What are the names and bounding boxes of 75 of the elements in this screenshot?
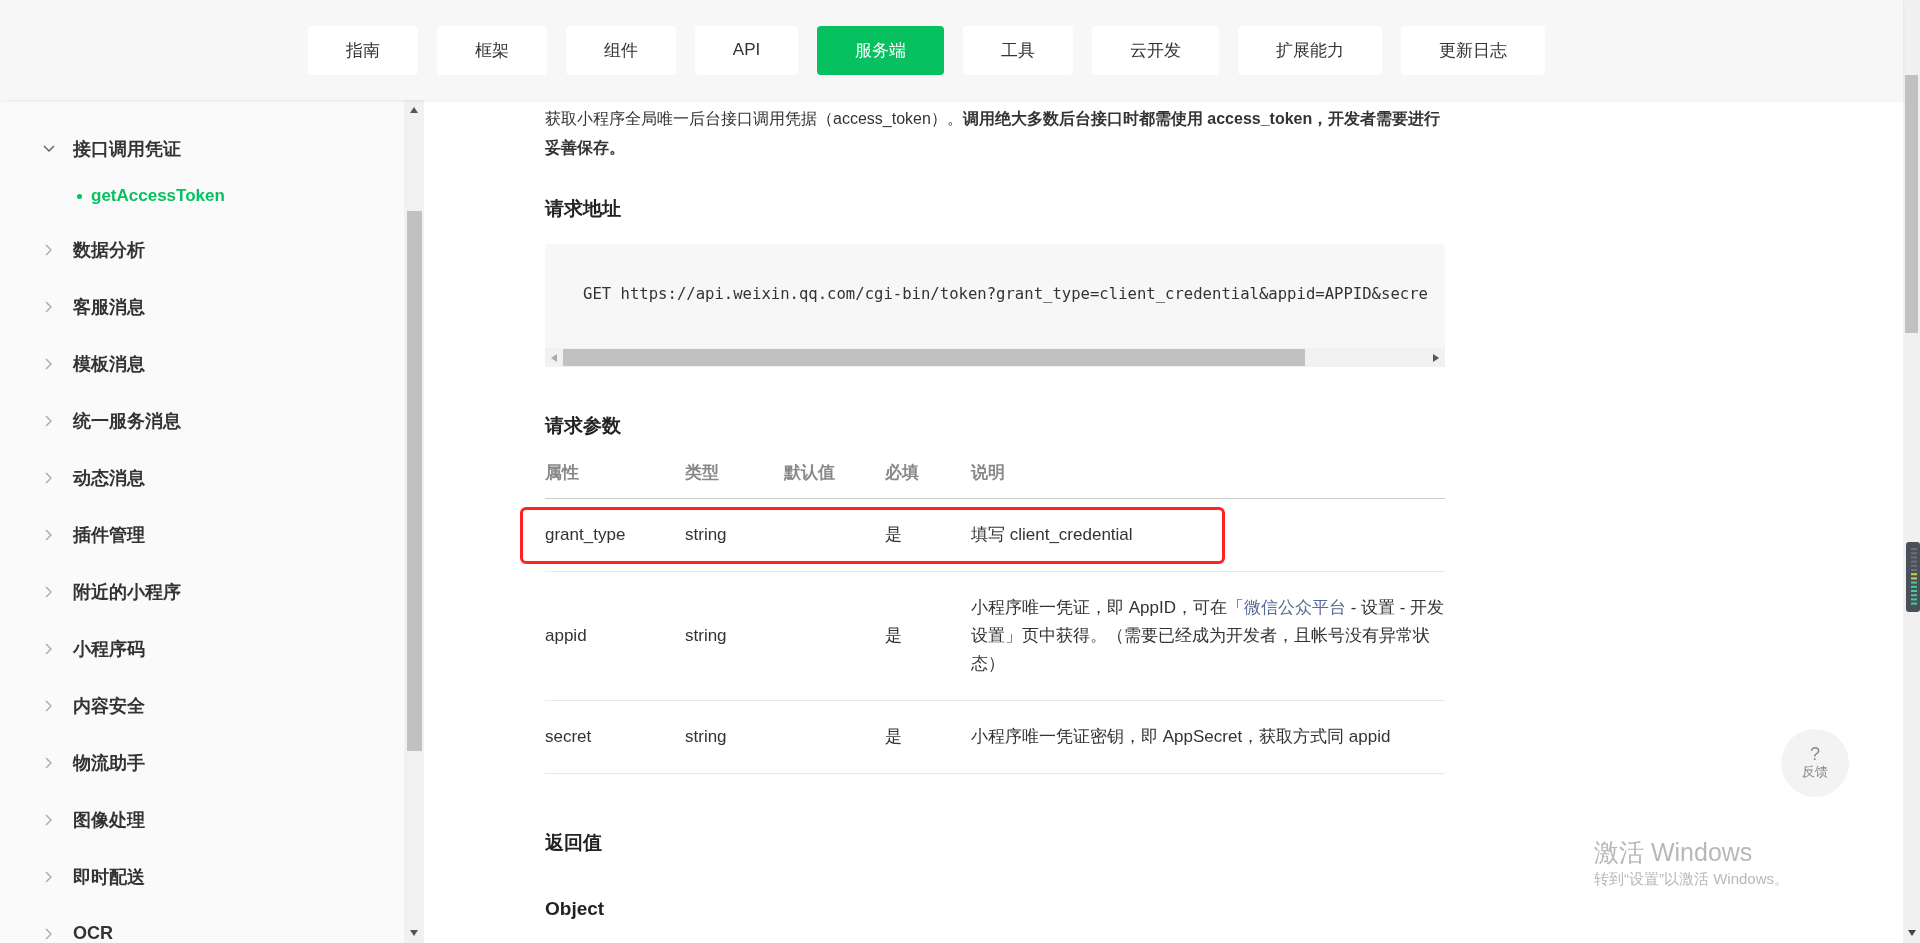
- nav-tab[interactable]: 指南: [307, 25, 418, 75]
- activation-title: 激活 Windows: [1594, 837, 1754, 868]
- chevron-right-icon: [43, 870, 55, 883]
- table-cell: string: [685, 700, 784, 774]
- nav-tab[interactable]: 工具: [963, 25, 1074, 75]
- column-header: 说明: [971, 461, 1445, 499]
- section-heading: 返回值: [545, 831, 603, 855]
- sidebar-item[interactable]: 模板消息: [0, 335, 404, 392]
- sidebar-item[interactable]: 小程序码: [0, 620, 404, 677]
- chevron-right-icon: [43, 927, 55, 940]
- intro-paragraph: 获取小程序全局唯一后台接口调用凭据（access_token）。调用绝大多数后台接口时都需使用 access_token，开发者需要进行妥善保存。: [545, 109, 1442, 158]
- section-heading: 请求地址: [545, 197, 622, 221]
- table-cell: string: [685, 571, 784, 701]
- sidebar-item[interactable]: 动态消息: [0, 449, 404, 506]
- sidebar-item[interactable]: 客服消息: [0, 278, 404, 335]
- column-header: 类型: [685, 461, 784, 499]
- table-cell: 小程序唯一凭证密钥，即 AppSecret，获取方式同 appid: [971, 727, 1391, 746]
- sidebar-item[interactable]: 数据分析: [0, 221, 404, 278]
- scroll-thumb[interactable]: [563, 349, 1305, 366]
- column-header: 必填: [885, 461, 971, 499]
- sidebar-item[interactable]: OCR: [0, 905, 404, 943]
- sidebar-item[interactable]: 插件管理: [0, 506, 404, 563]
- chevron-right-icon: [43, 243, 55, 256]
- sidebar-item[interactable]: 附近的小程序: [0, 563, 404, 620]
- scrollbar[interactable]: [1903, 0, 1920, 943]
- scroll-left-icon[interactable]: [550, 352, 558, 363]
- column-header: 属性: [545, 461, 685, 499]
- scroll-up-icon[interactable]: [409, 106, 419, 114]
- sidebar-item[interactable]: 内容安全: [0, 677, 404, 734]
- chevron-right-icon: [43, 585, 55, 598]
- nav-tab[interactable]: 更新日志: [1401, 25, 1546, 75]
- activation-text: 转到“设置”以激活 Windows。: [1594, 869, 1789, 889]
- table-cell: appid: [545, 571, 685, 701]
- sidebar-item[interactable]: 即时配送: [0, 848, 404, 905]
- sidebar-item[interactable]: 图像处理: [0, 791, 404, 848]
- sidebar-item[interactable]: 物流助手: [0, 734, 404, 791]
- scroll-down-icon[interactable]: [409, 929, 419, 937]
- scrollbar[interactable]: [404, 100, 424, 943]
- chevron-right-icon: [43, 699, 55, 712]
- nav-tab[interactable]: 组件: [565, 25, 676, 75]
- table-cell: string: [685, 498, 784, 572]
- chevron-right-icon: [43, 471, 55, 484]
- chevron-right-icon: [43, 642, 55, 655]
- scroll-thumb[interactable]: [1905, 75, 1918, 333]
- scroll-right-icon[interactable]: [1432, 352, 1440, 363]
- chevron-right-icon: [43, 300, 55, 313]
- chevron-right-icon: [43, 756, 55, 769]
- level-meter-icon: [1906, 542, 1920, 612]
- table-cell: 是: [885, 498, 971, 572]
- link[interactable]: 微信公众平台: [1244, 598, 1346, 617]
- table-cell: 是: [885, 700, 971, 774]
- nav-tab[interactable]: 扩展能力: [1238, 25, 1383, 75]
- code-text: GET https://api.weixin.qq.com/cgi-bin/token?grant_type=client_credential&appid=APPID&secre: [582, 284, 1429, 305]
- sidebar-item[interactable]: 统一服务消息: [0, 392, 404, 449]
- nav-tab[interactable]: 框架: [436, 25, 547, 75]
- section-heading: 请求参数: [545, 414, 622, 438]
- chevron-right-icon: [43, 528, 55, 541]
- chevron-down-icon: [43, 142, 55, 155]
- horizontal-scrollbar[interactable]: [545, 348, 1445, 367]
- table-cell: 填写 client_credential: [971, 525, 1133, 544]
- bullet-icon: [77, 193, 82, 199]
- scroll-down-icon[interactable]: [1906, 929, 1917, 937]
- table-cell: 是: [885, 571, 971, 701]
- table-cell: 小程序唯一凭证，即 AppID，可在「微信公众平台 - 设置 - 开发设置」页中获得。（需要已经成为开发者，且帐号没有异常状态）: [971, 598, 1445, 673]
- nav-tab[interactable]: 云开发: [1092, 25, 1220, 75]
- column-header: 默认值: [784, 461, 885, 499]
- chevron-right-icon: [43, 357, 55, 370]
- chevron-right-icon: [43, 813, 55, 826]
- scroll-thumb[interactable]: [406, 211, 422, 751]
- nav-tab[interactable]: API: [694, 25, 799, 75]
- section-heading: Object: [545, 898, 606, 920]
- table-cell: grant_type: [545, 498, 685, 572]
- chevron-right-icon: [43, 414, 55, 427]
- table-cell: secret: [545, 700, 685, 774]
- sidebar-item[interactable]: 接口调用凭证: [0, 120, 404, 177]
